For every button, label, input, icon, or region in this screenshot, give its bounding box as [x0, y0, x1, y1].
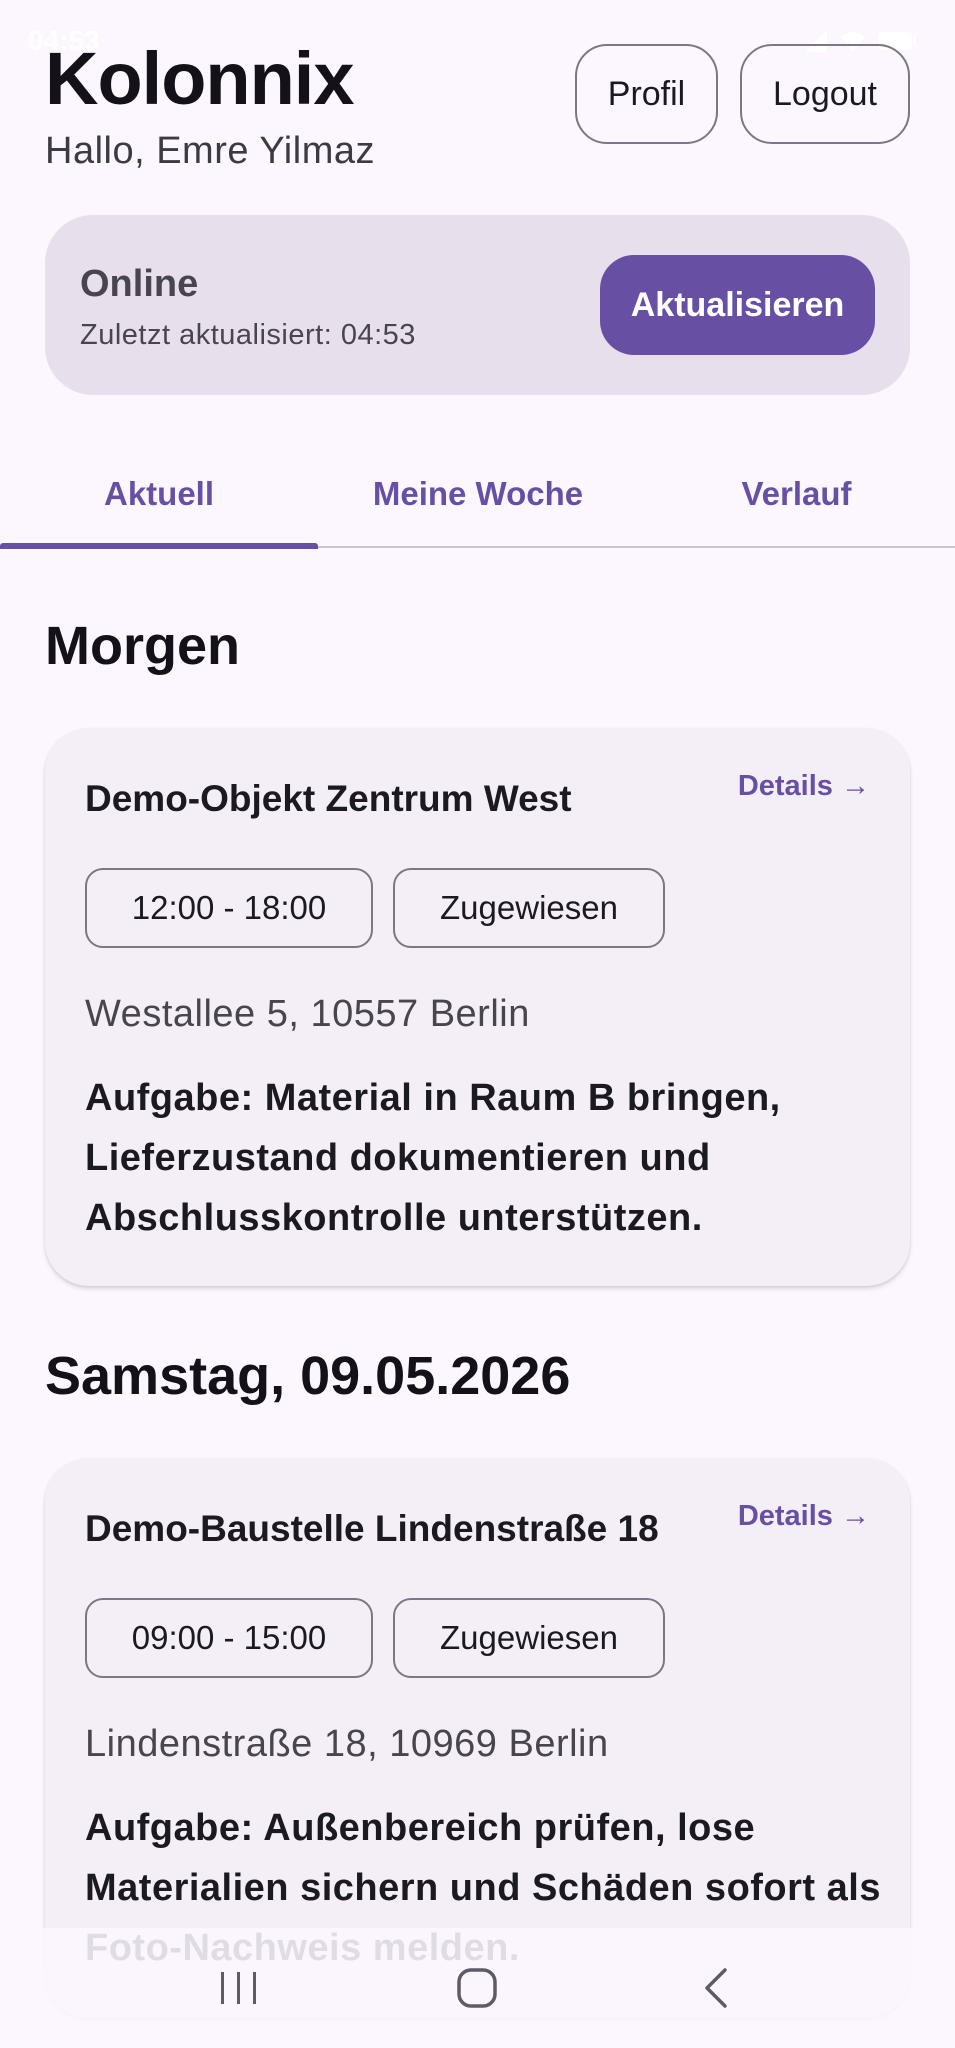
back-icon[interactable] — [686, 1958, 746, 2018]
recent-apps-icon[interactable] — [209, 1958, 269, 2018]
connection-status-card: Online Zuletzt aktualisiert: 04:53 Aktua… — [45, 215, 910, 395]
details-link[interactable]: Details → — [738, 1500, 870, 1533]
assignment-address: Westallee 5, 10557 Berlin — [85, 993, 530, 1035]
section-title: Samstag, 09.05.2026 — [45, 1346, 571, 1406]
assignment-card[interactable]: Demo-Objekt Zentrum West Details → 12:00… — [45, 728, 910, 1286]
section-title: Morgen — [45, 616, 240, 676]
tab-aktuell[interactable]: Aktuell — [0, 440, 318, 548]
logout-button[interactable]: Logout — [740, 44, 910, 144]
app-title: Kolonnix — [45, 37, 355, 120]
time-chip: 09:00 - 15:00 — [85, 1598, 373, 1678]
active-tab-indicator — [0, 543, 318, 549]
status-chip: Zugewiesen — [393, 868, 665, 948]
status-chip: Zugewiesen — [393, 1598, 665, 1678]
refresh-button[interactable]: Aktualisieren — [600, 255, 875, 355]
assignment-title: Demo-Objekt Zentrum West — [85, 778, 572, 819]
tab-bar: Aktuell Meine Woche Verlauf — [0, 440, 955, 549]
profile-button[interactable]: Profil — [575, 44, 718, 144]
assignment-address: Lindenstraße 18, 10969 Berlin — [85, 1723, 609, 1765]
connection-status: Online — [80, 263, 199, 305]
time-chip: 12:00 - 18:00 — [85, 868, 373, 948]
assignment-title: Demo-Baustelle Lindenstraße 18 — [85, 1508, 659, 1549]
home-icon[interactable] — [447, 1958, 507, 2018]
greeting: Hallo, Emre Yilmaz — [45, 130, 375, 172]
tab-verlauf[interactable]: Verlauf — [638, 440, 955, 548]
assignment-task: Aufgabe: Material in Raum B bringen, Lie… — [85, 1077, 781, 1239]
tab-meine-woche[interactable]: Meine Woche — [318, 440, 638, 548]
last-updated-text: Zuletzt aktualisiert: 04:53 — [80, 319, 416, 351]
system-navigation-bar — [0, 1928, 955, 2048]
details-link[interactable]: Details → — [738, 770, 870, 803]
